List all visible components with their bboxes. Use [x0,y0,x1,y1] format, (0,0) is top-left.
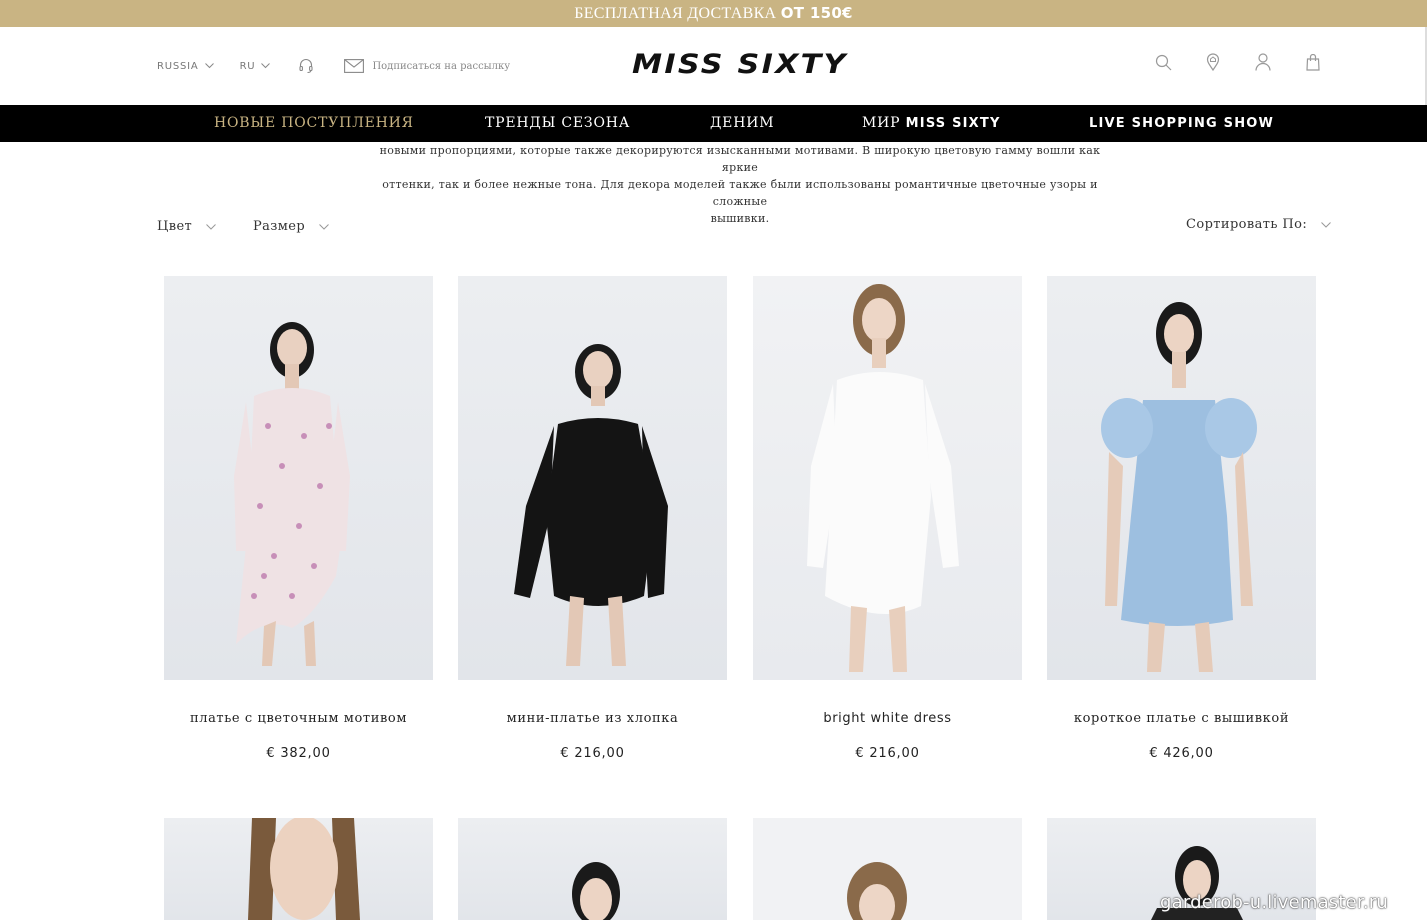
nav-world-miss-sixty[interactable]: МИР MISS SIXTY [862,105,1001,142]
product-image[interactable] [164,276,433,680]
product-name[interactable]: платье с цветочным мотивом [164,711,433,726]
account-icon[interactable] [1253,51,1273,73]
newsletter-link[interactable]: Подписаться на рассылку [344,59,510,73]
product-name[interactable]: bright white dress [753,711,1022,726]
store-locator-icon[interactable] [1203,51,1223,73]
nav-denim[interactable]: ДЕНИМ [710,105,774,142]
product-price: € 216,00 [560,746,625,761]
promo-highlight: ОТ 150€ [780,4,853,22]
product-price: € 216,00 [855,746,920,761]
promo-banner: БЕСПЛАТНАЯ ДОСТАВКА ОТ 150€ [0,0,1427,27]
category-description: новыми пропорциями, которые также декори… [360,142,1120,227]
site-header: RUSSIA RU Подписаться на рассылку MISS S… [0,27,1427,105]
product-name[interactable]: мини-платье из хлопка [458,711,727,726]
product-image[interactable] [164,818,433,920]
filter-size-label: Размер [253,219,306,234]
headset-icon[interactable] [298,58,314,74]
chevron-down-icon [204,63,214,69]
chevron-down-icon [319,223,329,230]
bag-icon[interactable] [1303,51,1323,73]
description-line: вышивки. [710,212,770,225]
main-navigation: НОВЫЕ ПОСТУПЛЕНИЯ ТРЕНДЫ СЕЗОНА ДЕНИМ МИ… [0,105,1427,142]
chevron-down-icon [206,223,217,230]
search-icon[interactable] [1153,51,1173,73]
nav-live-shopping[interactable]: LIVE SHOPPING SHOW [1089,105,1274,142]
language-label: RU [239,60,256,72]
nav-new-arrivals[interactable]: НОВЫЕ ПОСТУПЛЕНИЯ [214,105,414,142]
product-price: € 426,00 [1149,746,1214,761]
country-label: RUSSIA [157,60,199,72]
product-name[interactable]: короткое платье с вышивкой [1047,711,1316,726]
sort-label: Сортировать По: [1186,217,1308,232]
product-image[interactable] [753,276,1022,680]
newsletter-label: Подписаться на рассылку [372,60,511,72]
filter-color[interactable]: Цвет [157,219,217,234]
envelope-icon [344,59,365,73]
product-image[interactable] [753,818,1022,920]
promo-text: БЕСПЛАТНАЯ ДОСТАВКА [574,5,777,22]
brand-logo[interactable]: MISS SIXTY [632,49,876,81]
nav-world-brand: MISS SIXTY [905,116,1001,131]
header-actions [1153,51,1323,73]
product-image[interactable] [458,818,727,920]
product-image[interactable] [458,276,727,680]
product-price: € 382,00 [266,746,331,761]
nav-season-trends[interactable]: ТРЕНДЫ СЕЗОНА [485,105,630,142]
product-image[interactable] [1047,276,1316,680]
filter-color-label: Цвет [157,219,193,234]
description-line: оттенки, так и более нежные тона. Для де… [382,178,1098,208]
description-line: новыми пропорциями, которые также декори… [379,144,1101,174]
watermark: garderob-u.livemaster.ru [1160,892,1388,913]
sort-dropdown[interactable]: Сортировать По: [1186,217,1331,232]
country-selector[interactable]: RUSSIA [157,61,214,72]
filter-size[interactable]: Размер [253,219,329,234]
chevron-down-icon [261,63,271,69]
language-selector[interactable]: RU [240,61,271,72]
header-utilities: RUSSIA RU Подписаться на рассылку [157,27,510,105]
chevron-down-icon [1321,221,1331,228]
nav-world-label: МИР [862,115,901,131]
